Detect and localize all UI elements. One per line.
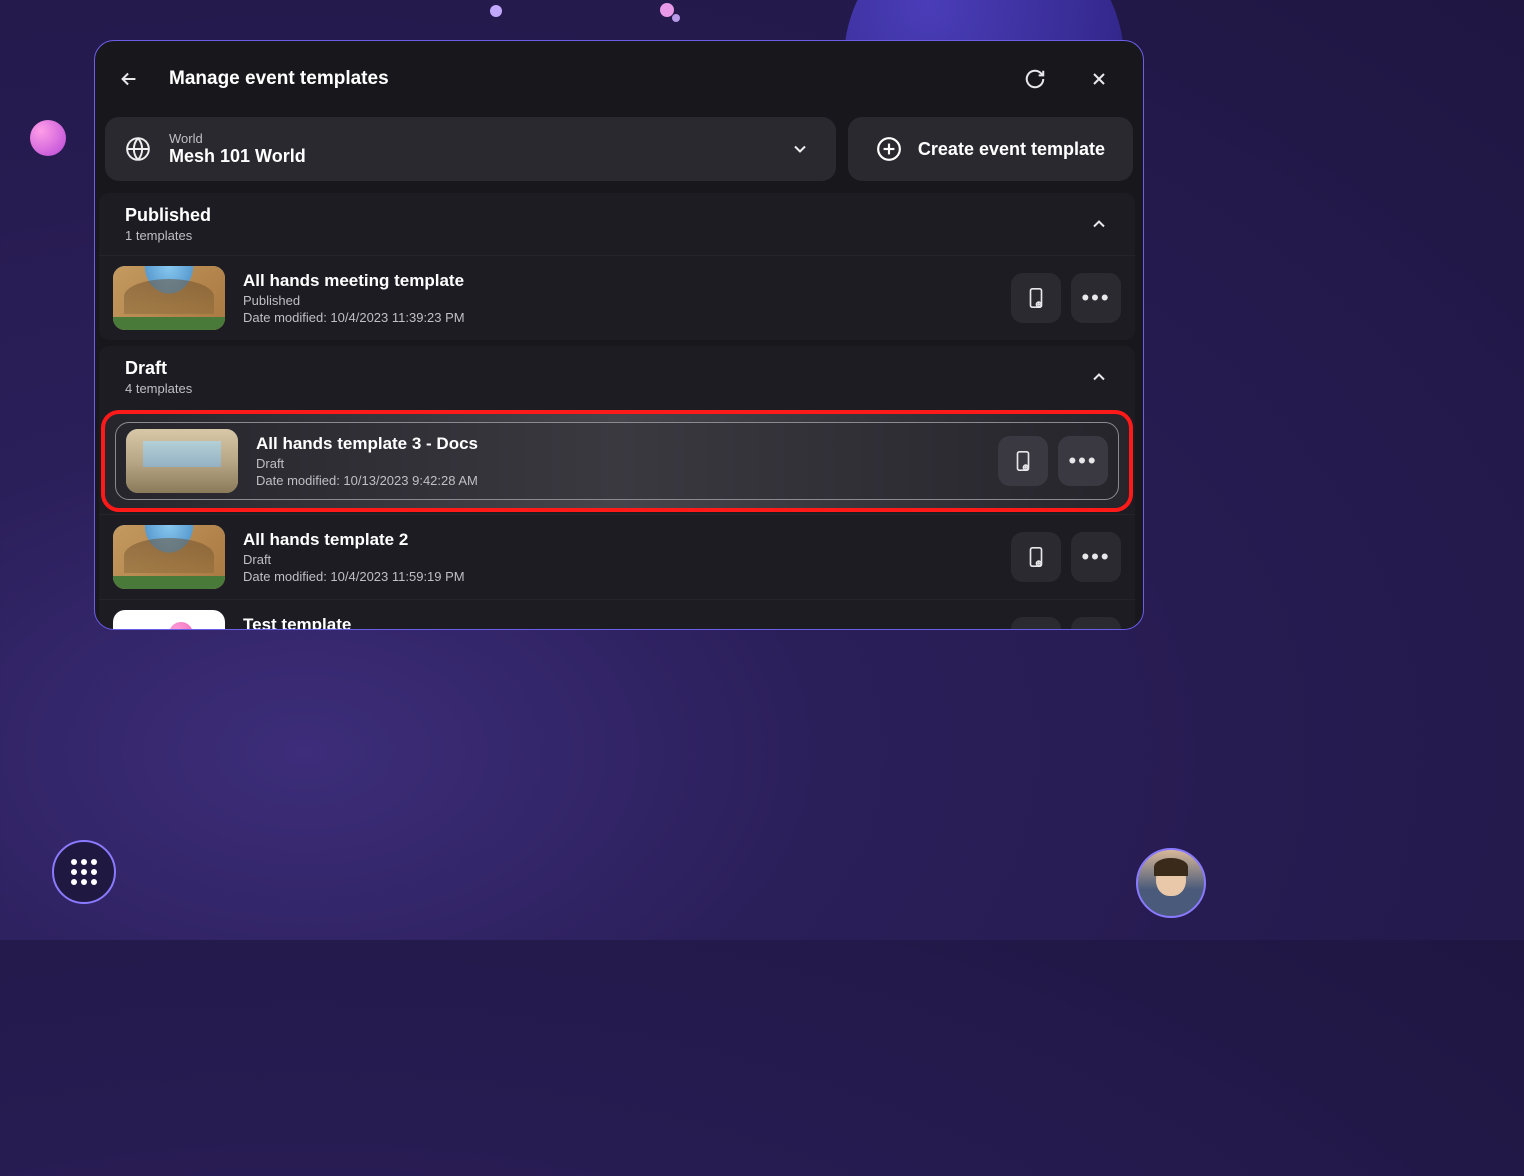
close-icon	[1089, 69, 1109, 89]
template-name: All hands template 3 - Docs	[256, 434, 980, 454]
create-template-button[interactable]: Create event template	[848, 117, 1133, 181]
chevron-down-icon	[790, 139, 810, 159]
plus-circle-icon	[876, 136, 902, 162]
templates-scroll-area[interactable]: Published 1 templates All hands meeting …	[95, 193, 1143, 629]
world-selector-label: World	[169, 131, 772, 146]
template-row[interactable]: All hands template 3 - Docs Draft Date m…	[126, 429, 1108, 493]
template-row[interactable]: All hands meeting template Published Dat…	[99, 255, 1135, 340]
section-published: Published 1 templates All hands meeting …	[99, 193, 1135, 340]
template-row[interactable]: All hands template 2 Draft Date modified…	[99, 514, 1135, 599]
section-header-published[interactable]: Published 1 templates	[99, 193, 1135, 255]
avatar-button[interactable]	[1136, 848, 1206, 918]
template-row-highlighted: All hands template 3 - Docs Draft Date m…	[101, 410, 1133, 512]
template-thumbnail	[113, 266, 225, 330]
back-button[interactable]	[113, 63, 145, 95]
section-subtitle: 4 templates	[125, 381, 1089, 396]
template-date: Date modified: 10/4/2023 11:39:23 PM	[243, 310, 993, 325]
section-draft: Draft 4 templates All hands template 3 -…	[99, 346, 1135, 629]
manage-templates-panel: Manage event templates World Mesh 101 Wo…	[94, 40, 1144, 630]
more-actions-button[interactable]: •••	[1058, 436, 1108, 486]
device-icon	[1012, 450, 1034, 472]
device-action-button[interactable]	[998, 436, 1048, 486]
refresh-button[interactable]	[1015, 59, 1055, 99]
template-date: Date modified: 10/13/2023 9:42:28 AM	[256, 473, 980, 488]
app-grid-icon	[71, 859, 97, 885]
more-actions-button[interactable]: •••	[1071, 532, 1121, 582]
world-icon	[125, 136, 151, 162]
decor-planet-pink	[30, 120, 66, 156]
template-row[interactable]: Test template Draft Date modified: 10/4/…	[99, 599, 1135, 629]
device-action-button[interactable]	[1011, 617, 1061, 629]
more-actions-button[interactable]: •••	[1071, 617, 1121, 629]
template-status: Published	[243, 293, 993, 308]
device-icon	[1025, 546, 1047, 568]
app-menu-button[interactable]	[52, 840, 116, 904]
arrow-left-icon	[118, 68, 140, 90]
device-action-button[interactable]	[1011, 532, 1061, 582]
template-thumbnail	[126, 429, 238, 493]
section-subtitle: 1 templates	[125, 228, 1089, 243]
template-thumbnail	[113, 525, 225, 589]
template-thumbnail	[113, 610, 225, 629]
template-name: All hands meeting template	[243, 271, 993, 291]
top-bar: World Mesh 101 World Create event templa…	[95, 117, 1143, 193]
refresh-icon	[1024, 68, 1046, 90]
section-title: Published	[125, 205, 1089, 226]
template-name: Test template	[243, 615, 993, 629]
chevron-up-icon	[1089, 214, 1109, 234]
world-selector-value: Mesh 101 World	[169, 146, 772, 167]
panel-header: Manage event templates	[95, 41, 1143, 117]
chevron-up-icon	[1089, 367, 1109, 387]
template-status: Draft	[256, 456, 980, 471]
template-status: Draft	[243, 552, 993, 567]
create-template-label: Create event template	[918, 139, 1105, 160]
section-title: Draft	[125, 358, 1089, 379]
device-action-button[interactable]	[1011, 273, 1061, 323]
decor-dot	[672, 14, 680, 22]
more-actions-button[interactable]: •••	[1071, 273, 1121, 323]
panel-title: Manage event templates	[169, 68, 991, 90]
section-header-draft[interactable]: Draft 4 templates	[99, 346, 1135, 408]
device-icon	[1025, 287, 1047, 309]
template-date: Date modified: 10/4/2023 11:59:19 PM	[243, 569, 993, 584]
decor-dot	[490, 5, 502, 17]
world-selector[interactable]: World Mesh 101 World	[105, 117, 836, 181]
mesh-logo-icon	[141, 622, 197, 629]
template-name: All hands template 2	[243, 530, 993, 550]
close-button[interactable]	[1079, 59, 1119, 99]
